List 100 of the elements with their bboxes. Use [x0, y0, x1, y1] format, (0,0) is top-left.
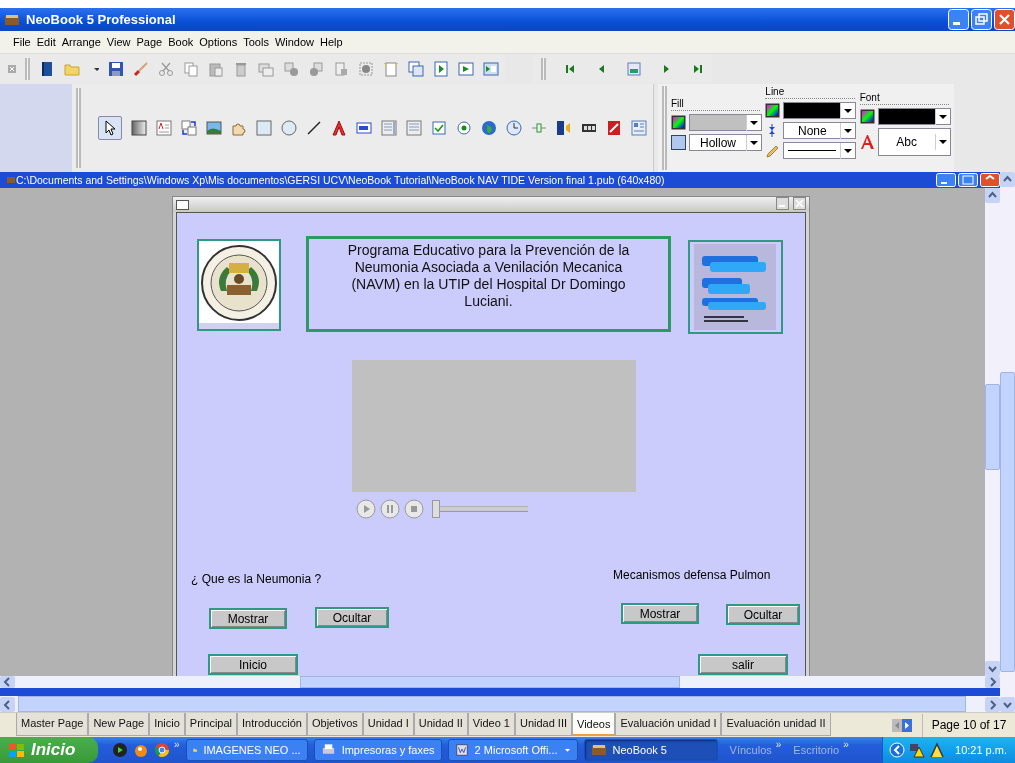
form-icon[interactable] — [631, 120, 647, 136]
menu-item[interactable]: Window — [271, 34, 317, 50]
tab-scroll-arrows[interactable] — [892, 718, 912, 732]
preview-icon[interactable] — [483, 61, 499, 77]
menu-item[interactable]: Book — [165, 34, 197, 50]
page-icon[interactable] — [626, 61, 642, 77]
taskbar-button[interactable]: IMAGENES NEO ... — [185, 739, 308, 761]
menu-item[interactable]: Arrange — [58, 34, 104, 50]
checkbox-icon[interactable] — [431, 120, 447, 136]
pointer-icon[interactable] — [102, 120, 118, 136]
page-button[interactable]: salir — [698, 654, 788, 675]
cut-icon[interactable] — [158, 61, 174, 77]
taskbar-button[interactable]: 2 Microsoft Offi... — [447, 739, 578, 761]
page-button[interactable]: Ocultar — [726, 604, 800, 625]
vertical-scrollbar[interactable] — [1000, 172, 1015, 712]
page-tab[interactable]: Evaluación unidad II — [721, 713, 831, 736]
page-button[interactable]: Ocultar — [315, 607, 389, 628]
toolbar-grip[interactable] — [76, 88, 81, 168]
play-book-icon[interactable] — [458, 61, 474, 77]
scrollbar-thumb[interactable] — [1000, 372, 1015, 672]
hide-icons-button[interactable] — [889, 742, 905, 758]
pencil-icon[interactable] — [765, 143, 781, 158]
close-button[interactable] — [793, 196, 806, 210]
more-chevron[interactable]: » — [174, 739, 180, 750]
antenna-icon[interactable] — [929, 742, 945, 758]
taskbar-button[interactable]: Impresoras y faxes — [313, 739, 442, 761]
list-box-icon[interactable] — [381, 120, 397, 136]
send-back-icon[interactable] — [308, 61, 324, 77]
dropdown[interactable]: Abc — [877, 128, 951, 156]
pause-button[interactable] — [380, 499, 400, 519]
book-icon[interactable] — [39, 61, 55, 77]
media-player-icon[interactable] — [112, 742, 128, 758]
dropdown[interactable] — [877, 108, 951, 125]
menu-item[interactable]: Options — [196, 34, 241, 50]
copy-icon[interactable] — [183, 61, 199, 77]
restore-button[interactable] — [971, 9, 992, 30]
line-icon[interactable] — [306, 120, 322, 136]
browser-icon[interactable] — [154, 742, 170, 758]
page-tab[interactable]: Principal — [184, 713, 237, 736]
font-icon[interactable] — [859, 134, 875, 150]
color-palette-icon[interactable] — [859, 109, 875, 124]
color-palette-icon[interactable] — [671, 115, 686, 130]
taskbar-button[interactable]: NeoBook 5 — [583, 739, 718, 761]
more-chevron[interactable]: » — [775, 739, 782, 750]
page-tab[interactable]: Unidad II — [413, 713, 468, 736]
gradient-rectangle-icon[interactable] — [131, 120, 147, 136]
stop-button[interactable] — [404, 499, 424, 519]
clock-icon[interactable] — [506, 120, 522, 136]
horizontal-scrollbar[interactable] — [0, 676, 1000, 688]
article-icon[interactable] — [181, 120, 197, 136]
save-icon[interactable] — [108, 61, 124, 77]
image-icon[interactable] — [206, 120, 222, 136]
network-warning-icon[interactable] — [909, 742, 925, 758]
trash-icon[interactable] — [233, 61, 249, 77]
menu-item[interactable]: Help — [317, 34, 346, 50]
menu-item[interactable]: Tools — [240, 34, 272, 50]
page-tab[interactable]: Inicio — [149, 713, 185, 736]
scrollbar-thumb[interactable] — [985, 384, 1000, 470]
text-box-icon[interactable] — [156, 120, 172, 136]
maximize-button[interactable] — [958, 173, 978, 187]
page-tab[interactable]: Evaluación unidad I — [615, 713, 722, 736]
play-page-icon[interactable] — [433, 61, 449, 77]
ball-icon[interactable] — [133, 742, 149, 758]
align-icon[interactable] — [333, 61, 349, 77]
page-list-icon[interactable] — [408, 61, 424, 77]
letter-icon[interactable] — [331, 120, 347, 136]
media-icon[interactable] — [556, 120, 572, 136]
paste-icon[interactable] — [208, 61, 224, 77]
dropdown[interactable] — [783, 102, 857, 119]
color-palette-icon[interactable] — [765, 103, 781, 118]
vertical-scrollbar[interactable] — [985, 188, 1000, 676]
toolbar-grip[interactable] — [25, 58, 30, 80]
bring-front-icon[interactable] — [283, 61, 299, 77]
menu-item[interactable]: File — [10, 34, 34, 50]
radio-icon[interactable] — [456, 120, 472, 136]
scrollbar-thumb[interactable] — [300, 676, 680, 688]
slider-icon[interactable] — [531, 120, 547, 136]
page-tab[interactable]: Video 1 — [467, 713, 515, 736]
page-tab[interactable]: Objetivos — [306, 713, 363, 736]
toolbar-grip[interactable] — [662, 86, 667, 170]
slider-thumb[interactable] — [432, 500, 440, 518]
page-tab[interactable]: Videos — [572, 713, 616, 736]
menu-item[interactable]: View — [103, 34, 134, 50]
menu-item[interactable]: Page — [133, 34, 166, 50]
brush-icon[interactable] — [133, 61, 149, 77]
page-tab[interactable]: Master Page — [16, 713, 89, 736]
circle-icon[interactable] — [281, 120, 297, 136]
page-button[interactable]: Inicio — [208, 654, 298, 675]
toolbar-grip[interactable] — [541, 58, 546, 80]
select-all-icon[interactable] — [358, 61, 374, 77]
page-tab[interactable]: New Page — [88, 713, 150, 736]
play-button[interactable] — [356, 499, 376, 519]
page-tab[interactable]: Unidad III — [514, 713, 573, 736]
fill-pattern-icon[interactable] — [671, 135, 686, 150]
text-entry-icon[interactable] — [356, 120, 372, 136]
globe-icon[interactable] — [481, 120, 497, 136]
more-chevron[interactable]: » — [843, 739, 849, 750]
video-icon[interactable] — [606, 120, 622, 136]
page-button[interactable]: Mostrar — [621, 603, 699, 624]
dropdown[interactable]: None — [783, 122, 857, 139]
